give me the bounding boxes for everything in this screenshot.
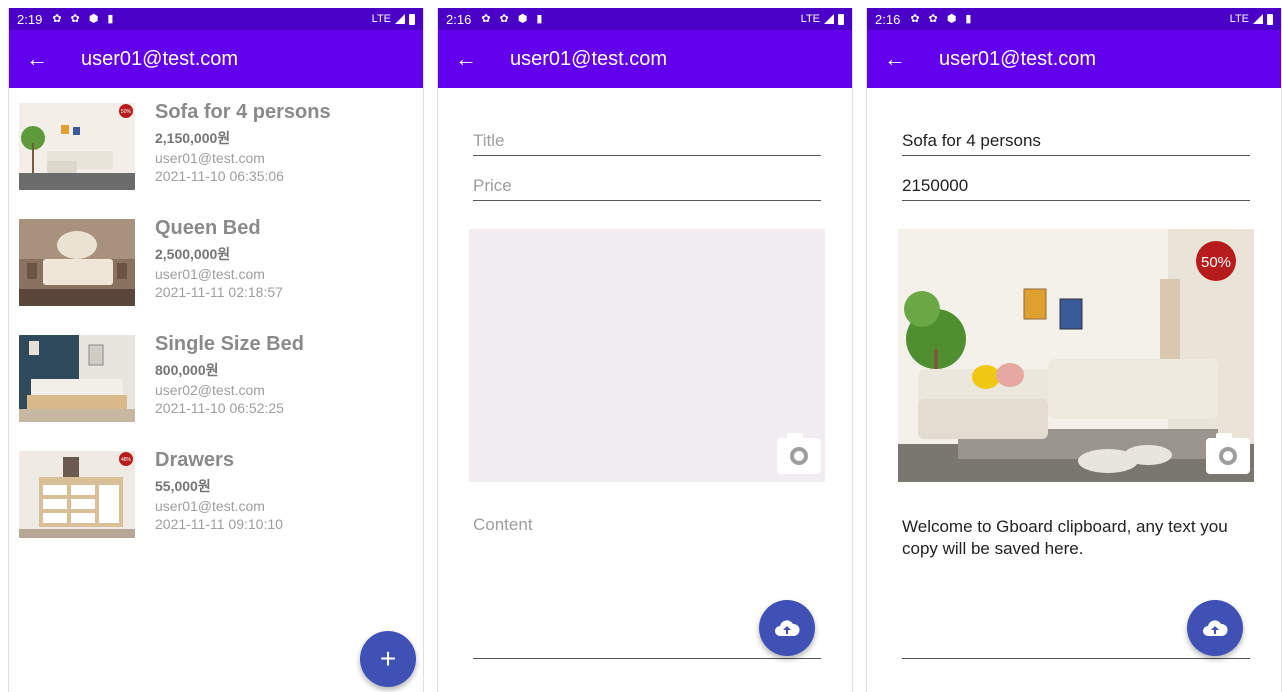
back-arrow-icon[interactable]: ←	[438, 46, 494, 72]
sd-card-icon: ▮	[536, 12, 543, 25]
settings-icon: ✿	[481, 12, 491, 25]
price-value: 2150000	[902, 176, 969, 195]
status-bar: 2:19 ✿ ✿ ⬢ ▮ LTE	[9, 8, 423, 30]
item-thumbnail	[19, 335, 135, 422]
upload-button[interactable]	[759, 600, 815, 656]
network-label: LTE	[371, 13, 391, 25]
item-title: Sofa for 4 persons	[155, 101, 331, 123]
status-time: 2:16	[875, 11, 901, 27]
upload-button[interactable]	[1187, 600, 1243, 656]
discount-badge: 48%	[121, 457, 132, 463]
content-value: Welcome to Gboard clipboard, any text yo…	[902, 517, 1228, 558]
plus-icon: +	[379, 643, 397, 674]
shield-icon: ⬢	[946, 12, 957, 25]
title-value: Sofa for 4 persons	[902, 131, 1041, 150]
page-title: user01@test.com	[939, 47, 1097, 70]
item-date: 2021-11-10 06:35:06	[155, 168, 284, 184]
settings-icon: ✿	[70, 12, 80, 25]
signal-icon	[395, 14, 405, 24]
title-input[interactable]: Title	[473, 122, 821, 156]
signal-icon	[1253, 14, 1263, 24]
screen-edit-item-form: 2:16 ✿ ✿ ⬢ ▮ LTE ← user01@test.com Sofa …	[866, 8, 1282, 692]
shield-icon: ⬢	[517, 12, 528, 25]
settings-icon: ✿	[52, 12, 62, 25]
item-price: 2,150,000원	[155, 130, 231, 146]
back-arrow-icon[interactable]: ←	[9, 46, 65, 72]
back-arrow-icon[interactable]: ←	[867, 46, 923, 72]
price-input[interactable]: Price	[473, 167, 821, 201]
screen-new-item-form: 2:16 ✿ ✿ ⬢ ▮ LTE ← user01@test.com Title…	[437, 8, 853, 692]
item-date: 2021-11-10 06:52:25	[155, 400, 284, 416]
battery-icon	[1267, 13, 1273, 25]
status-bar: 2:16 ✿ ✿ ⬢ ▮ LTE	[438, 8, 852, 30]
item-user: user02@test.com	[155, 382, 265, 398]
status-time: 2:19	[17, 11, 43, 27]
item-thumbnail: 50%	[19, 103, 135, 190]
item-user: user01@test.com	[155, 150, 265, 166]
item-title: Single Size Bed	[155, 333, 304, 355]
screen-item-list: 2:19 ✿ ✿ ⬢ ▮ LTE ← user01@test.com 50% S…	[8, 8, 424, 692]
page-title: user01@test.com	[510, 47, 668, 70]
network-label: LTE	[800, 13, 820, 25]
shield-icon: ⬢	[88, 12, 99, 25]
discount-badge: 50%	[1201, 254, 1231, 271]
item-price: 2,500,000원	[155, 246, 231, 262]
item-user: user01@test.com	[155, 266, 265, 282]
app-bar: ← user01@test.com	[9, 30, 423, 88]
status-time: 2:16	[446, 11, 472, 27]
list-item[interactable]: Queen Bed 2,500,000원 user01@test.com 202…	[18, 212, 418, 312]
sd-card-icon: ▮	[107, 12, 114, 25]
camera-icon[interactable]	[777, 433, 821, 474]
camera-icon[interactable]	[1206, 433, 1250, 474]
list-item[interactable]: 50% Sofa for 4 persons 2,150,000원 user01…	[18, 96, 418, 196]
sd-card-icon: ▮	[965, 12, 972, 25]
settings-icon: ✿	[499, 12, 509, 25]
status-bar: 2:16 ✿ ✿ ⬢ ▮ LTE	[867, 8, 1281, 30]
price-input[interactable]: 2150000	[902, 167, 1250, 201]
item-user: user01@test.com	[155, 498, 265, 514]
content-placeholder: Content	[473, 515, 533, 534]
list-item[interactable]: 48% Drawers 55,000원 user01@test.com 2021…	[18, 444, 418, 544]
list-item[interactable]: Single Size Bed 800,000원 user02@test.com…	[18, 328, 418, 428]
image-picker[interactable]: 50%	[898, 229, 1254, 482]
settings-icon: ✿	[928, 12, 938, 25]
battery-icon	[409, 13, 415, 25]
title-placeholder: Title	[473, 131, 505, 150]
item-title: Drawers	[155, 449, 234, 471]
discount-badge: 50%	[121, 109, 132, 115]
app-bar: ← user01@test.com	[438, 30, 852, 88]
item-thumbnail	[19, 219, 135, 306]
item-date: 2021-11-11 02:18:57	[155, 284, 283, 300]
item-price: 55,000원	[155, 478, 211, 494]
cloud-upload-icon	[1203, 620, 1228, 636]
battery-icon	[838, 13, 844, 25]
network-label: LTE	[1229, 13, 1249, 25]
add-item-button[interactable]: +	[360, 631, 416, 687]
item-title: Queen Bed	[155, 217, 261, 239]
app-bar: ← user01@test.com	[867, 30, 1281, 88]
settings-icon: ✿	[910, 12, 920, 25]
signal-icon	[824, 14, 834, 24]
cloud-upload-icon	[775, 620, 800, 636]
item-date: 2021-11-11 09:10:10	[155, 516, 283, 532]
price-placeholder: Price	[473, 176, 512, 195]
sofa-photo: 50%	[898, 229, 1254, 482]
title-input[interactable]: Sofa for 4 persons	[902, 122, 1250, 156]
image-picker[interactable]	[469, 229, 825, 482]
page-title: user01@test.com	[81, 47, 239, 70]
item-price: 800,000원	[155, 362, 219, 378]
item-thumbnail: 48%	[19, 451, 135, 538]
